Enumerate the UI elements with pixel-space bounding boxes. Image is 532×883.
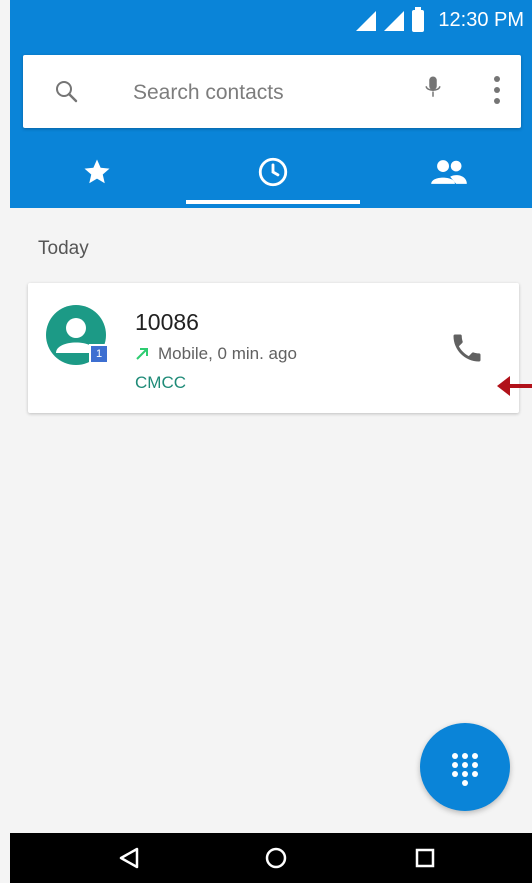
signal-icon bbox=[356, 10, 377, 31]
call-meta: Mobile, 0 min. ago bbox=[134, 344, 297, 364]
clock-icon bbox=[258, 157, 288, 187]
call-log-item[interactable]: 1 10086 Mobile, 0 min. ago CMCC bbox=[28, 283, 519, 413]
tab-contacts[interactable] bbox=[362, 136, 532, 208]
navigation-bar bbox=[10, 833, 532, 883]
phone-icon[interactable] bbox=[449, 330, 485, 366]
people-icon bbox=[431, 160, 467, 184]
mic-icon[interactable] bbox=[421, 75, 445, 99]
home-icon[interactable] bbox=[261, 843, 291, 873]
signal-icon bbox=[384, 10, 405, 31]
app-header: 12:30 PM bbox=[10, 0, 532, 208]
search-icon bbox=[56, 81, 78, 103]
status-bar: 12:30 PM bbox=[10, 0, 532, 44]
annotation-arrow-icon bbox=[497, 376, 532, 396]
call-number: 10086 bbox=[135, 309, 199, 335]
sim-badge: 1 bbox=[89, 344, 109, 364]
battery-icon bbox=[412, 6, 425, 32]
call-meta-text: Mobile, 0 min. ago bbox=[158, 344, 297, 363]
recents-icon[interactable] bbox=[410, 843, 440, 873]
search-bar[interactable] bbox=[23, 55, 521, 130]
star-icon bbox=[84, 159, 110, 184]
section-title-today: Today bbox=[38, 238, 89, 259]
tab-favorites[interactable] bbox=[10, 136, 184, 208]
more-vert-icon[interactable] bbox=[493, 75, 501, 105]
dialpad-icon bbox=[452, 753, 478, 786]
status-time: 12:30 PM bbox=[438, 9, 524, 31]
search-input[interactable] bbox=[131, 55, 405, 130]
outgoing-call-icon bbox=[136, 348, 148, 360]
tab-bar bbox=[10, 136, 532, 208]
tab-recents[interactable] bbox=[186, 136, 360, 208]
back-icon[interactable] bbox=[115, 843, 145, 873]
dialpad-button[interactable] bbox=[420, 723, 510, 811]
call-carrier: CMCC bbox=[135, 373, 186, 392]
